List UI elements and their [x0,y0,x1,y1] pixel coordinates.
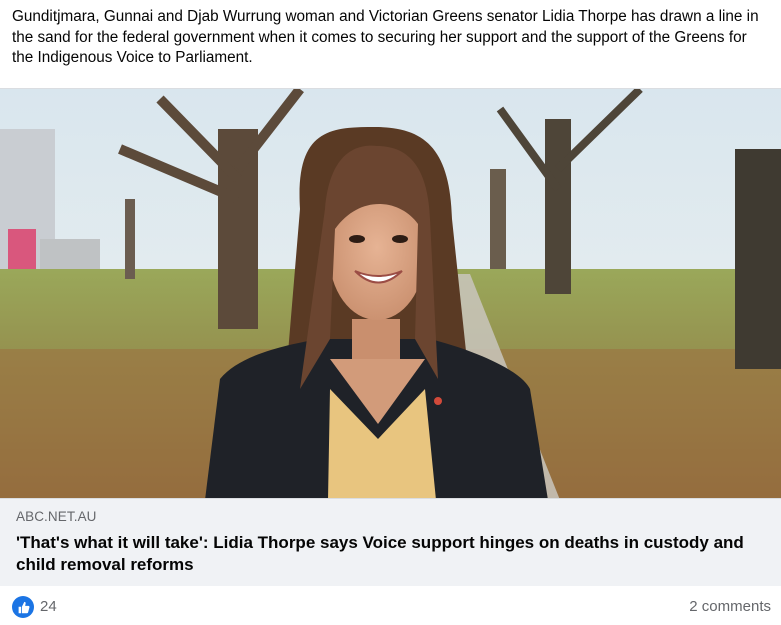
reactions-bar: 24 2 comments [0,586,781,625]
portrait-photo [0,89,781,498]
link-domain: ABC.NET.AU [16,509,97,524]
link-preview-image[interactable] [0,88,781,499]
thumbs-up-icon[interactable] [12,596,34,618]
like-count[interactable]: 24 [40,598,57,615]
comments-count[interactable]: 2 comments [689,598,771,615]
post-text: Gunditjmara, Gunnai and Djab Wurrung wom… [12,8,759,66]
link-headline[interactable]: 'That's what it will take': Lidia Thorpe… [16,532,766,576]
link-card[interactable]: ABC.NET.AU 'That's what it will take': L… [0,499,781,586]
